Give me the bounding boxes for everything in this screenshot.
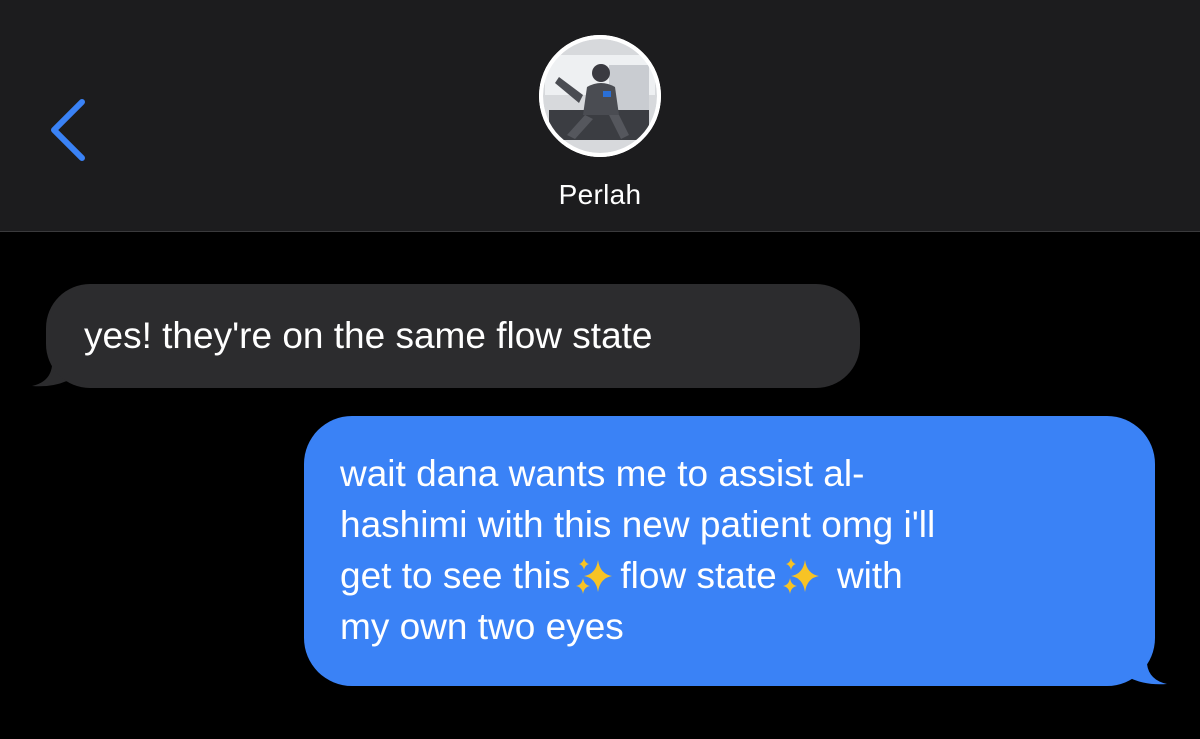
chevron-left-icon: [51, 99, 85, 161]
message-thread: yes! they're on the same flow state wait…: [0, 232, 1200, 739]
message-text: get to see this: [340, 555, 571, 596]
contact-name[interactable]: Perlah: [0, 178, 1200, 212]
sparkles-icon: [572, 556, 618, 596]
outgoing-message: wait dana wants me to assist al- hashimi…: [304, 416, 1167, 686]
message-line: wait dana wants me to assist al-: [340, 453, 865, 494]
back-button[interactable]: [40, 90, 100, 170]
message-text: flow state: [620, 555, 777, 596]
contact-avatar[interactable]: [539, 35, 661, 157]
outgoing-bubble[interactable]: wait dana wants me to assist al- hashimi…: [304, 416, 1155, 686]
incoming-bubble[interactable]: yes! they're on the same flow state: [46, 284, 860, 388]
message-line: hashimi with this new patient omg i'll: [340, 504, 936, 545]
incoming-message: yes! they're on the same flow state: [32, 284, 860, 388]
message-text: with: [836, 555, 903, 596]
message-line: my own two eyes: [340, 606, 624, 647]
message-text: yes! they're on the same flow state: [84, 315, 653, 356]
conversation-header: Perlah: [0, 0, 1200, 232]
message-line: get to see this flow state with: [340, 550, 1125, 601]
sparkles-icon: [779, 556, 825, 596]
